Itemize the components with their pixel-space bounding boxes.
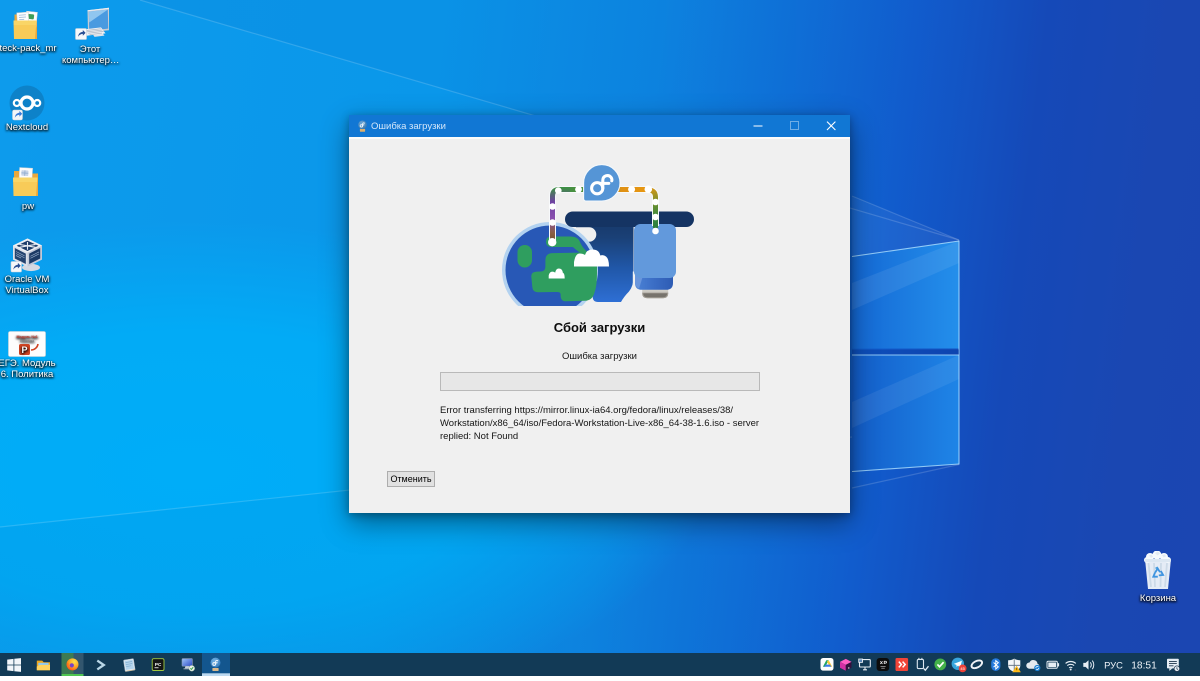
- svg-text:PC: PC: [155, 662, 162, 667]
- svg-text:P: P: [21, 345, 27, 355]
- svg-text:18:51: 18:51: [1131, 661, 1157, 672]
- svg-text:45: 45: [960, 666, 965, 671]
- svg-text:РУС: РУС: [1104, 659, 1123, 670]
- svg-text:Политика: Политика: [20, 339, 34, 343]
